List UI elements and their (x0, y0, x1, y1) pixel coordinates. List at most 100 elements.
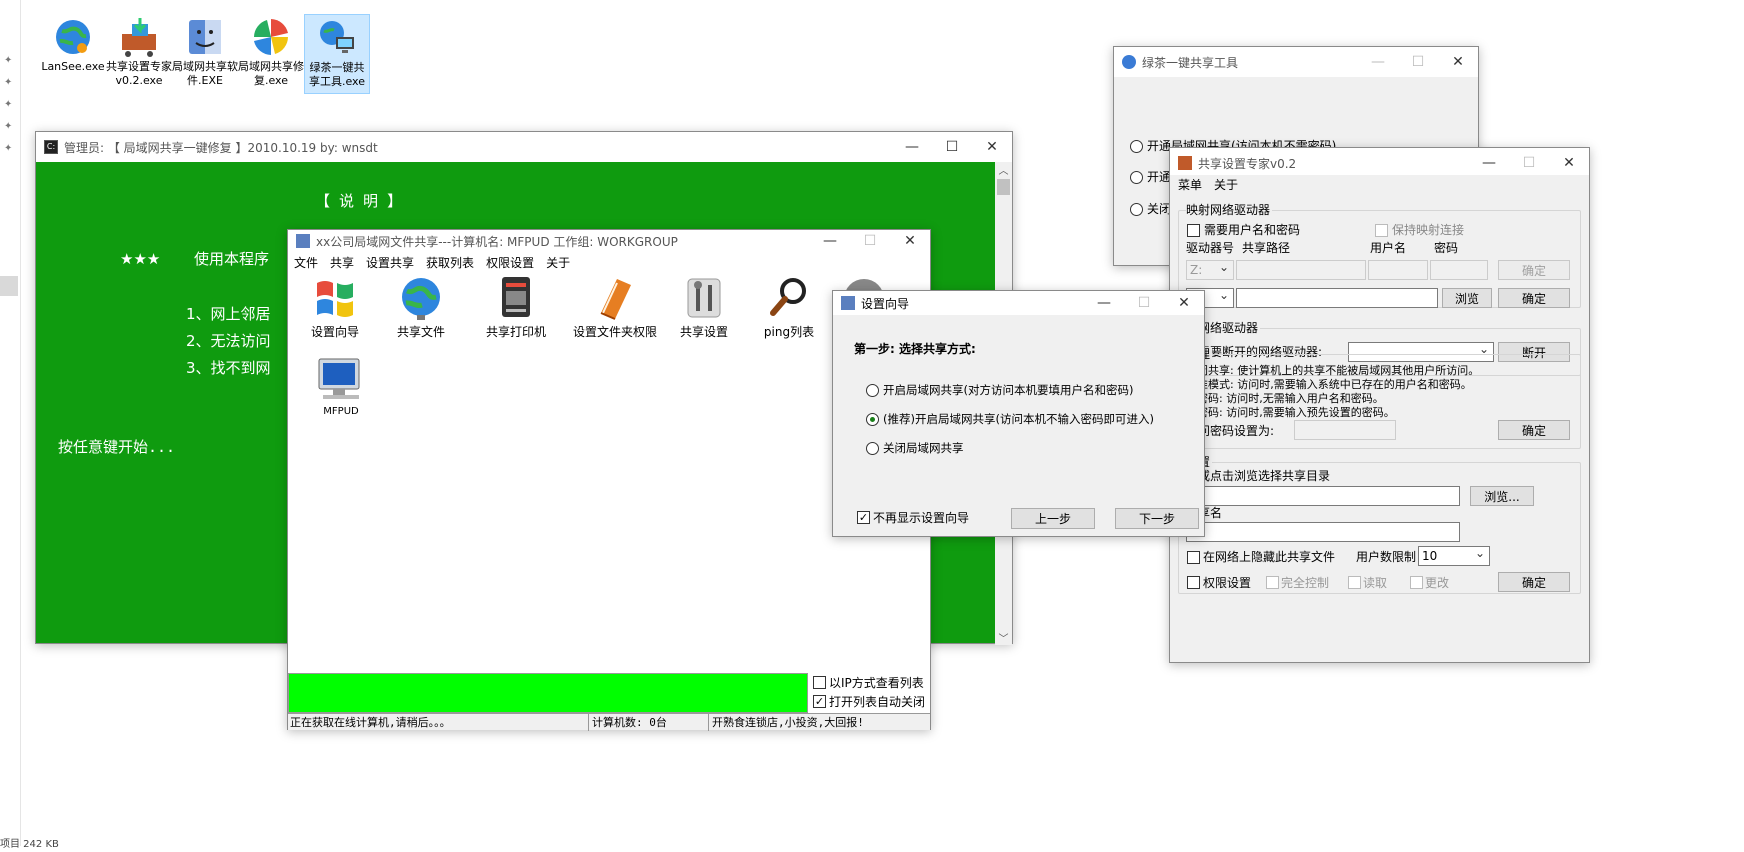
scroll-down-icon[interactable]: ﹀ (995, 630, 1012, 645)
toolbar-share-printer-button[interactable]: 共享打印机 (476, 273, 556, 340)
status-fragment: 项目 242 KB (0, 839, 59, 850)
pinwheel-icon (254, 19, 288, 55)
checkbox-label: 打开列表自动关闭 (829, 695, 926, 709)
menu-item[interactable]: 设置共享 (360, 253, 420, 273)
access-password-field[interactable] (1294, 420, 1396, 440)
share-expert-menu: 菜单 关于 (1170, 175, 1589, 197)
toolbar-folder-permission-button[interactable]: 设置文件夹权限 (562, 273, 668, 340)
app-icon (1122, 55, 1136, 69)
desktop-icon-lan-share-software[interactable]: 局域网共享软件.EXE (172, 14, 238, 94)
status-bar: 正在获取在线计算机,请稍后。。。 计算机数: 0台 开熟食连锁店,小投资,大回报… (288, 713, 930, 731)
book-icon (600, 279, 631, 320)
close-button[interactable]: ✕ (1164, 291, 1204, 315)
change-checkbox[interactable] (1410, 576, 1423, 589)
checkbox-label: 读取 (1363, 576, 1388, 590)
setup-wizard-dialog[interactable]: 设置向导 — ☐ ✕ 第一步: 选择共享方式: 开启局域网共享(对方访问本机要填… (832, 290, 1205, 537)
menu-item[interactable]: 关于 (540, 253, 576, 273)
minimize-button[interactable]: — (1358, 47, 1398, 77)
green-tea-title-bar[interactable]: 绿茶一键共享工具 — ☐ ✕ (1114, 47, 1478, 77)
wizard-title-bar[interactable]: 设置向导 — ☐ ✕ (833, 291, 1204, 315)
menu-item[interactable]: 文件 (288, 253, 324, 273)
auto-close-checkbox[interactable]: ✓ (813, 695, 826, 708)
scroll-up-icon[interactable]: ︿ (995, 162, 1012, 177)
share-expert-title-bar[interactable]: 共享设置专家v0.2 — ☐ ✕ (1170, 148, 1589, 178)
minimize-button[interactable]: — (1469, 148, 1509, 178)
share-path-field[interactable] (1236, 288, 1438, 308)
status-divider (708, 714, 709, 731)
minimize-button[interactable]: — (810, 230, 850, 252)
share-open-no-password-radio[interactable] (1130, 140, 1143, 153)
radio-label: 关闭局域网共享 (883, 441, 964, 455)
close-button[interactable]: ✕ (972, 132, 1012, 162)
menu-item[interactable]: 共享 (324, 253, 360, 273)
menu-item[interactable]: 获取列表 (420, 253, 480, 273)
browse-folder-button[interactable]: 浏览... (1470, 486, 1534, 506)
close-share-radio[interactable] (866, 442, 879, 455)
desktop-icon-lansee[interactable]: LanSee.exe (40, 14, 106, 94)
explorer-divider (20, 0, 21, 846)
close-button[interactable]: ✕ (1549, 148, 1589, 178)
share-name-field[interactable] (1186, 522, 1460, 542)
toolbar-share-settings-button[interactable]: 共享设置 (666, 273, 742, 340)
share-with-password-radio[interactable] (866, 384, 879, 397)
hide-share-checkbox[interactable] (1187, 551, 1200, 564)
maximize-button[interactable]: ☐ (932, 132, 972, 162)
console-icon: C: (44, 140, 58, 154)
next-step-button[interactable]: 下一步 (1115, 508, 1199, 529)
minimize-button[interactable]: — (1084, 291, 1124, 315)
ip-view-checkbox[interactable] (813, 676, 826, 689)
menu-item[interactable]: 关于 (1208, 175, 1244, 197)
desktop-icon-share-expert[interactable]: 共享设置专家v0.2.exe (106, 14, 172, 94)
desktop-icon-green-tea[interactable]: 绿茶一键共享工具.exe (304, 14, 370, 94)
toolbar-wizard-button[interactable]: 设置向导 (300, 273, 370, 340)
user-limit-select[interactable]: 10 (1418, 544, 1490, 566)
password-confirm-button[interactable]: 确定 (1498, 420, 1570, 440)
checkbox-label: 以IP方式查看列表 (829, 676, 924, 690)
computer-item[interactable]: MFPUD (306, 355, 376, 417)
close-button[interactable]: ✕ (890, 230, 930, 252)
wizard-step-label: 第一步: 选择共享方式: (854, 342, 976, 356)
browse-button[interactable]: 浏览 (1442, 288, 1492, 308)
column-header: 密码 (1434, 241, 1459, 255)
desktop-icon-lan-share-repair[interactable]: 局域网共享修复.exe (238, 14, 304, 94)
toolbar-ping-list-button[interactable]: ping列表 (754, 273, 824, 340)
permission-checkbox[interactable] (1187, 576, 1200, 589)
cmd-title-bar[interactable]: C: 管理员: 【 局域网共享一键修复 】2010.10.19 by: wnsd… (36, 132, 1012, 162)
lan-title-bar[interactable]: xx公司局域网文件共享---计算机名: MFPUD 工作组: WORKGROUP… (288, 230, 930, 252)
mgmt-line: 标准模式: 访问时,需要输入系统中已存在的用户名和密码。 (1186, 378, 1472, 391)
minimize-button[interactable]: — (892, 132, 932, 162)
map-confirm-button[interactable]: 确定 (1498, 288, 1570, 308)
lan-title: xx公司局域网文件共享---计算机名: MFPUD 工作组: WORKGROUP (316, 234, 678, 249)
dont-show-wizard-checkbox[interactable]: ✓ (857, 511, 870, 524)
menu-item[interactable]: 菜单 (1172, 175, 1208, 197)
status-divider (588, 714, 589, 731)
need-credentials-checkbox[interactable] (1187, 224, 1200, 237)
share-close-radio[interactable] (1130, 203, 1143, 216)
network-share-icon (122, 18, 156, 57)
share-open-radio[interactable] (1130, 171, 1143, 184)
cmd-stars: ★★★ (120, 250, 161, 268)
keep-mapping-checkbox[interactable] (1375, 224, 1388, 237)
magnifier-icon (770, 278, 806, 316)
drive-select-disabled: Z: (1186, 258, 1234, 280)
close-button[interactable]: ✕ (1438, 47, 1478, 77)
user-limit-label: 用户数限制 (1356, 550, 1417, 564)
settings-confirm-button[interactable]: 确定 (1498, 572, 1570, 592)
column-header: 驱动器号 (1186, 241, 1235, 255)
share-no-password-radio[interactable] (866, 413, 879, 426)
globe-icon (56, 20, 90, 54)
full-control-checkbox[interactable] (1266, 576, 1279, 589)
share-folder-field[interactable] (1186, 486, 1460, 506)
cmd-item-3: 3、找不到网 (186, 359, 271, 377)
mgmt-line: 需密码: 访问时,需要输入预先设置的密码。 (1186, 406, 1395, 419)
prev-step-button[interactable]: 上一步 (1011, 508, 1095, 529)
maximize-button: ☐ (1522, 155, 1536, 171)
share-expert-title: 共享设置专家v0.2 (1198, 156, 1297, 171)
share-expert-window[interactable]: 共享设置专家v0.2 — ☐ ✕ 菜单 关于 映射网络驱动器 需要用户名和密码 … (1169, 147, 1590, 663)
scroll-thumb[interactable] (997, 179, 1010, 195)
username-field-disabled (1368, 260, 1428, 280)
menu-item[interactable]: 权限设置 (480, 253, 540, 273)
toolbar-share-file-button[interactable]: 共享文件 (386, 273, 456, 340)
checkbox-label: 保持映射连接 (1392, 223, 1465, 237)
read-checkbox[interactable] (1348, 576, 1361, 589)
